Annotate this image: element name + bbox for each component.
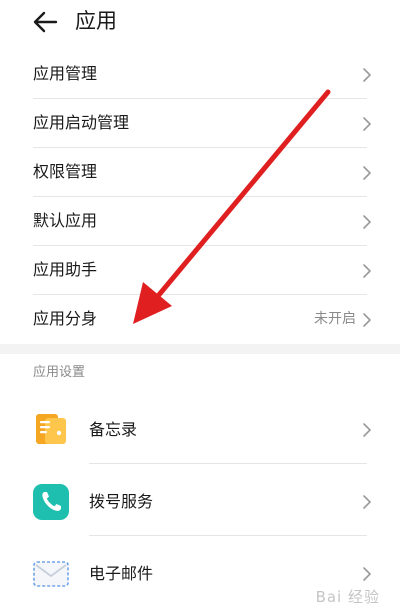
settings-item-app-assistant[interactable]: 应用助手 [0, 246, 400, 295]
app-item-label: 拨号服务 [89, 492, 154, 511]
chevron-right-icon [363, 68, 371, 82]
chevron-right-icon [363, 567, 371, 581]
settings-item-app-management[interactable]: 应用管理 [0, 50, 400, 99]
chevron-right-icon [363, 117, 371, 131]
settings-list: 应用管理 应用启动管理 权限管理 默认应用 应用助手 应用分身 未开启 [0, 50, 400, 344]
settings-item-label: 默认应用 [33, 211, 98, 230]
phone-app-icon [33, 484, 69, 520]
mail-app-icon [33, 561, 69, 587]
settings-item-label: 权限管理 [33, 162, 98, 181]
settings-item-label: 应用启动管理 [33, 113, 130, 132]
chevron-right-icon [363, 313, 371, 327]
back-arrow-icon[interactable] [30, 8, 60, 36]
notes-app-icon [36, 414, 66, 444]
app-item-label: 备忘录 [89, 420, 138, 439]
settings-item-default-apps[interactable]: 默认应用 [0, 197, 400, 246]
watermark: Bai 经验 [315, 588, 380, 606]
page-title: 应用 [75, 9, 117, 33]
settings-item-app-twin[interactable]: 应用分身 未开启 [0, 295, 400, 344]
section-title: 应用设置 [33, 365, 86, 380]
app-item-dialer[interactable]: 拨号服务 [0, 464, 400, 536]
section-separator [0, 344, 400, 354]
chevron-right-icon [363, 495, 371, 509]
app-settings-list: 备忘录 拨号服务 电子邮件 [0, 392, 400, 608]
app-item-label: 电子邮件 [89, 564, 154, 583]
chevron-right-icon [363, 423, 371, 437]
chevron-right-icon [363, 166, 371, 180]
app-item-notes[interactable]: 备忘录 [0, 392, 400, 464]
app-header: 应用 [0, 0, 400, 48]
settings-item-label: 应用管理 [33, 64, 98, 83]
settings-item-permissions[interactable]: 权限管理 [0, 148, 400, 197]
settings-item-app-launch[interactable]: 应用启动管理 [0, 99, 400, 148]
chevron-right-icon [363, 215, 371, 229]
status-text: 未开启 [314, 311, 356, 327]
settings-item-label: 应用分身 [33, 309, 98, 328]
chevron-right-icon [363, 264, 371, 278]
settings-item-label: 应用助手 [33, 260, 98, 279]
